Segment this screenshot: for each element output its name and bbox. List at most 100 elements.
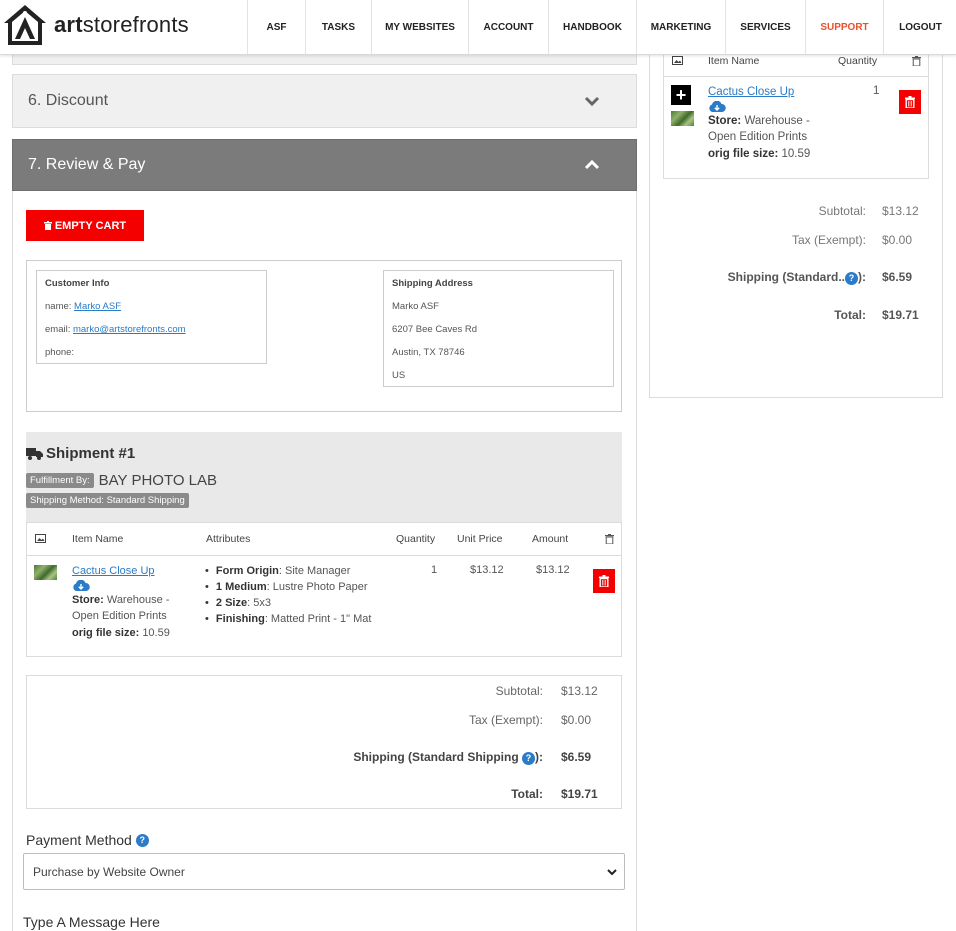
chevron-down-icon (584, 96, 600, 107)
image-icon (672, 56, 683, 65)
shipment-header: Shipment #1 Fulfillment By: BAY PHOTO LA… (26, 432, 622, 522)
message-label: Type A Message Here (23, 914, 160, 930)
payment-method-value: Purchase by Website Owner (33, 864, 185, 879)
total-row: Total: $19.71 (511, 787, 598, 801)
shipping-address-box: Shipping Address Marko ASF 6207 Bee Cave… (383, 270, 614, 387)
main-nav: ASF TASKS MY WEBSITES ACCOUNT HANDBOOK MARKET… (247, 0, 956, 54)
nav-item-logout[interactable]: LOGOUT (883, 0, 956, 54)
cart-item-details: Cactus Close Up Store: Warehouse - Open … (708, 84, 810, 162)
fulfillment-row: Fulfillment By: BAY PHOTO LAB (26, 472, 217, 489)
cart-items-table: Item Name Quantity + Cactus Close Up Sto… (663, 40, 929, 179)
item-attributes-list: • Form Origin: Site Manager • 1 Medium: L… (205, 565, 372, 629)
attribute-row: • 2 Size: 5x3 (205, 597, 271, 609)
subtotal-row: Subtotal: $13.12 (495, 684, 598, 698)
trash-icon (599, 575, 609, 587)
select-caret-icon (607, 869, 617, 876)
truck-icon (26, 447, 43, 460)
item-store-row-2: Open Edition Prints (72, 610, 167, 622)
column-header-unit-price: Unit Price (457, 533, 503, 545)
address-country: US (392, 370, 406, 381)
brand-logo[interactable]: artstorefronts (2, 3, 189, 47)
nav-item-account[interactable]: ACCOUNT (468, 0, 548, 54)
customer-info-box: Customer Info name: Marko ASF email: mar… (36, 270, 267, 364)
cart-total-row: Total: $19.71 (834, 308, 919, 322)
item-file-size-row: orig file size: 10.59 (72, 626, 170, 639)
payment-method-label: Payment Method ? (26, 832, 149, 848)
fulfillment-lab-name: BAY PHOTO LAB (98, 472, 218, 489)
cart-header-divider (664, 76, 928, 77)
nav-item-services[interactable]: SERVICES (725, 0, 805, 54)
shipping-row: Shipping (Standard Shipping ?): $6.59 (353, 750, 592, 765)
nav-item-tasks[interactable]: TASKS (305, 0, 371, 54)
nav-item-asf[interactable]: ASF (247, 0, 305, 54)
address-street: 6207 Bee Caves Rd (392, 324, 478, 335)
cart-column-item-name: Item Name (708, 55, 760, 67)
nav-item-handbook[interactable]: HANDBOOK (548, 0, 636, 54)
item-store-row: Store: Warehouse - (72, 593, 170, 606)
brand-wordmark: artstorefronts (54, 12, 189, 37)
previous-section-edge (12, 54, 637, 65)
question-icon[interactable]: ? (135, 833, 149, 847)
shipment-items-table: Item Name Attributes Quantity Unit Price… (26, 522, 622, 657)
item-name-link[interactable]: Cactus Close Up (72, 563, 170, 580)
item-thumbnail[interactable] (34, 565, 57, 580)
cart-item-store-row: Store: Warehouse - (708, 114, 810, 127)
chevron-up-icon (584, 159, 600, 170)
customer-email-link[interactable]: marko@artstorefronts.com (73, 324, 186, 335)
attribute-row: • 1 Medium: Lustre Photo Paper (205, 581, 368, 593)
column-header-quantity: Quantity (396, 533, 436, 545)
nav-item-support[interactable]: SUPPORT (805, 0, 883, 54)
column-header-item-name: Item Name (72, 533, 124, 545)
cart-item-store-row-2: Open Edition Prints (708, 131, 808, 143)
item-unit-price: $13.12 (470, 564, 504, 576)
cart-item-name-link[interactable]: Cactus Close Up (708, 84, 810, 101)
cloud-download-icon[interactable] (708, 100, 726, 113)
image-icon (35, 534, 46, 543)
nav-item-marketing[interactable]: MARKETING (636, 0, 725, 54)
attribute-row: • Form Origin: Site Manager (205, 565, 351, 577)
item-amount: $13.12 (536, 564, 570, 576)
shipment-title: Shipment #1 (26, 445, 135, 462)
logo-house-icon (4, 5, 46, 45)
cart-item-quantity: 1 (873, 85, 880, 97)
cart-shipping-row: Shipping (Standard..?): $6.59 (727, 270, 913, 285)
customer-info-title: Customer Info (45, 278, 110, 289)
cart-column-quantity: Quantity (838, 55, 878, 67)
trash-icon (43, 221, 52, 230)
cart-remove-item-button[interactable] (899, 90, 921, 114)
discount-section-title: 6. Discount (28, 92, 109, 109)
cart-item-thumbnail[interactable] (671, 111, 694, 126)
item-quantity: 1 (431, 564, 438, 576)
shipment-totals: Subtotal: $13.12 Tax (Exempt): $0.00 Shipp… (26, 675, 622, 809)
trash-icon (912, 56, 921, 66)
review-pay-section-title: 7. Review & Pay (28, 156, 146, 173)
plus-icon[interactable]: + (671, 85, 691, 105)
column-header-amount: Amount (532, 533, 569, 545)
attribute-row: • Finishing: Matted Print - 1" Mat (205, 613, 372, 625)
question-icon[interactable]: ? (845, 271, 858, 285)
top-navigation-bar: artstorefronts ASF TASKS MY WEBSITES ACCOUN… (0, 0, 956, 55)
shipping-method-badge: Shipping Method: Standard Shipping (26, 493, 189, 508)
empty-cart-button[interactable]: EMPTY CART (26, 210, 144, 241)
column-header-attributes: Attributes (206, 533, 251, 545)
address-name: Marko ASF (392, 301, 439, 312)
review-pay-section-header[interactable]: 7. Review & Pay (12, 139, 637, 191)
discount-section-header[interactable]: 6. Discount (12, 74, 637, 128)
nav-item-my-websites[interactable]: MY WEBSITES (371, 0, 468, 54)
tax-row: Tax (Exempt): $0.00 (468, 713, 592, 727)
order-info-panel: Customer Info name: Marko ASF email: mar… (26, 260, 622, 412)
payment-method-select[interactable]: Purchase by Website Owner (23, 853, 625, 890)
cloud-download-icon[interactable] (72, 579, 90, 592)
customer-name-link[interactable]: Marko ASF (74, 301, 121, 312)
cart-tax-row: Tax (Exempt): $0.00 (791, 233, 913, 247)
shipping-address-title: Shipping Address (392, 278, 473, 289)
trash-icon (905, 96, 915, 108)
shipping-method-row: Shipping Method: Standard Shipping (26, 492, 189, 508)
question-icon[interactable]: ? (522, 751, 535, 765)
table-header-divider (27, 555, 621, 556)
fulfillment-badge: Fulfillment By: (26, 473, 94, 488)
address-city: Austin, TX 78746 (392, 347, 465, 358)
empty-cart-label: EMPTY CART (54, 219, 127, 232)
cart-item-file-size-row: orig file size: 10.59 (708, 147, 811, 160)
remove-item-button[interactable] (593, 569, 615, 593)
